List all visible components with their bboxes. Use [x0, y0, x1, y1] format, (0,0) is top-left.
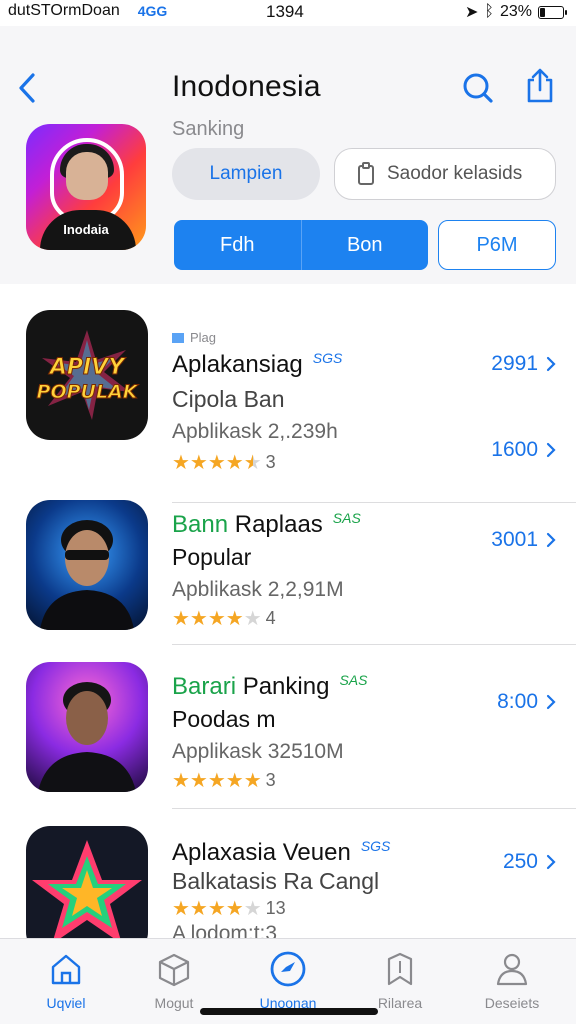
- location-icon: ➤: [464, 4, 479, 21]
- battery-icon: [538, 5, 567, 19]
- action-button-primary[interactable]: 2991: [491, 352, 556, 376]
- chevron-right-icon: [546, 442, 556, 458]
- home-indicator: [200, 1008, 378, 1015]
- segment-fdh[interactable]: Fdh: [174, 220, 301, 270]
- search-button[interactable]: [458, 68, 498, 108]
- status-time: 1394: [266, 2, 304, 21]
- star-rating: ★★★★ ★ 4: [172, 608, 276, 630]
- list-item-meta: Apblikask 2,2,91M: [172, 578, 344, 601]
- svg-text:APIVY: APIVY: [48, 355, 126, 380]
- tab-rilarea[interactable]: Rilarea: [350, 949, 450, 1011]
- action-button-primary[interactable]: 8:00: [497, 690, 556, 714]
- bookmark-icon: [387, 952, 413, 986]
- row-divider: [172, 502, 576, 503]
- status-bar: dutSTOrmDoan 4GG 1394 ➤ ᛒ 23%: [0, 0, 576, 26]
- row-divider: [172, 644, 576, 645]
- list-item-meta: Apblikask 2,.239h: [172, 420, 338, 443]
- carrier-name: dutSTOrmDoan: [8, 2, 120, 19]
- apivy-popular-icon: APIVY POPULAK: [26, 310, 148, 440]
- page-title: Inodonesia: [172, 70, 321, 103]
- p6m-button[interactable]: P6M: [438, 220, 556, 270]
- list-item-subtitle: Cipola Ban: [172, 386, 285, 412]
- home-icon: [51, 954, 81, 985]
- secondary-filter-button[interactable]: Saodor kelasids: [334, 148, 556, 200]
- tab-label: Uqviel: [46, 995, 86, 1011]
- row-divider: [172, 808, 576, 809]
- person-icon: [496, 953, 528, 986]
- network-type: 4GG: [137, 3, 168, 19]
- list-item-title: Barari Panking SAS: [172, 672, 368, 700]
- sunglasses-man-icon: [26, 500, 148, 630]
- back-button[interactable]: [12, 68, 42, 108]
- chevron-left-icon: [19, 73, 35, 103]
- secondary-filter-label: Saodor kelasids: [387, 163, 523, 184]
- man-portrait-icon: [26, 662, 148, 792]
- action-button-secondary[interactable]: 1600: [491, 438, 556, 462]
- chevron-right-icon: [546, 356, 556, 372]
- action-button-primary[interactable]: 250: [503, 850, 556, 874]
- chevron-right-icon: [546, 694, 556, 710]
- clipboard-icon: [358, 162, 374, 185]
- action-button-primary[interactable]: 3001: [491, 528, 556, 552]
- page-subtitle: Sanking: [172, 118, 245, 140]
- list-item-subtitle: Popular: [172, 544, 252, 570]
- chevron-right-icon: [546, 854, 556, 870]
- chevron-right-icon: [546, 532, 556, 548]
- tab-mogut[interactable]: Mogut: [124, 949, 224, 1011]
- lampien-button[interactable]: Lampien: [172, 148, 320, 200]
- battery-percent: 23%: [499, 3, 532, 20]
- list-item-title: Bann Raplaas SAS: [172, 510, 361, 538]
- star-logo-icon: [26, 826, 148, 956]
- list-item-subtitle: Balkatasis Ra Cangl: [172, 868, 380, 894]
- list-item-meta: Applikask 32510M: [172, 740, 344, 763]
- segmented-control: Fdh Bon: [174, 220, 428, 270]
- compass-icon: [270, 951, 306, 987]
- tab-label: Deseiets: [484, 995, 540, 1011]
- segment-bon[interactable]: Bon: [300, 220, 429, 270]
- tab-uqviel[interactable]: Uqviel: [16, 949, 116, 1011]
- star-rating: ★★★★★ 3: [172, 770, 276, 792]
- list-item-subtitle: Poodas m: [172, 706, 276, 732]
- svg-text:POPULAK: POPULAK: [37, 381, 139, 403]
- hero-icon-caption: Inodaia: [63, 222, 109, 237]
- header: Inodonesia Inodaia Sanking Lampien Saodo…: [0, 26, 576, 284]
- tab-deseiets[interactable]: Deseiets: [462, 949, 562, 1011]
- box-icon: [158, 953, 190, 987]
- search-icon: [463, 73, 493, 103]
- bluetooth-icon: ᛒ: [484, 3, 494, 20]
- hero-app-icon[interactable]: Inodaia: [26, 124, 146, 250]
- share-icon: [527, 68, 553, 103]
- star-rating: ★★★★★ 3: [172, 452, 276, 474]
- tab-unoonan[interactable]: Unoonan: [238, 949, 338, 1011]
- list-item-title: Aplaxasia Veuen SGS: [172, 838, 391, 866]
- share-button[interactable]: [520, 66, 560, 106]
- list-item-flag: Plag: [172, 330, 216, 345]
- list-item-title: Aplakansiag SGS: [172, 350, 343, 378]
- star-rating: ★★★★ ★ 13: [172, 898, 286, 920]
